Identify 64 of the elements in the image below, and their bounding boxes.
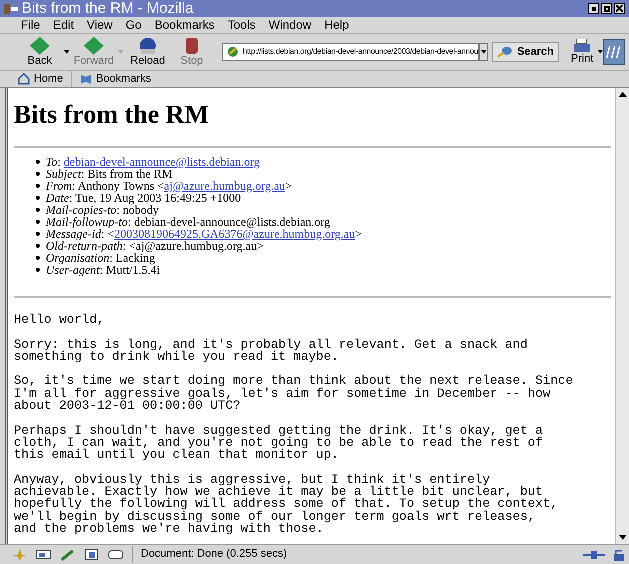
window-title: Bits from the RM - Mozilla — [22, 1, 194, 16]
lock-icon[interactable] — [613, 548, 625, 560]
header-line: From: Anthony Towns <aj@azure.humbug.org.au> — [46, 180, 292, 192]
bullet-icon — [36, 184, 40, 188]
bullet-icon — [36, 244, 40, 248]
header-line: Organisation: Lacking — [46, 252, 156, 264]
header-line: Message-id: <20030819064925.GA6376@azure.humbug.org.au> — [46, 228, 362, 240]
email-link[interactable]: debian-devel-announce@lists.debian.org — [64, 155, 260, 169]
email-body: Hello world, Sorry: this is long, and it's probably all relevant. Get a snack and something to drink while you read it maybe. So, it's time we start doing more than think about the next release. Since I'm all for aggressive goals, let's aim for sometime in December -- how about 2003-12-01 00:00:00 UTC? Perhaps I shouldn't have suggested getting the drink. It's okay, get a cloth, I can wait, and you're not going to be able to read the rest of this email until you clean that monitor up. Anyway, obviously this is aggressive, but I think it's entirely achievable. Exactly how we achieve it may be a little bit unclear, but hopefully the following will address some of that. To setup the context, we'll begin by discussing some of our longer term goals wrt releases, and the problems we're having with those. — [14, 314, 574, 536]
bullet-icon — [36, 220, 40, 224]
bullet-icon — [36, 196, 40, 200]
print-button[interactable]: Print — [571, 39, 594, 65]
header-line: To: debian-devel-announce@lists.debian.org — [46, 156, 260, 168]
search-button[interactable]: Search — [492, 42, 560, 62]
address-book-icon[interactable] — [84, 548, 100, 560]
connection-icon[interactable] — [583, 550, 605, 560]
page-icon — [227, 46, 239, 58]
toolbar-button[interactable]: Reload — [126, 37, 170, 67]
bullet-icon — [36, 208, 40, 212]
chat-icon[interactable] — [108, 548, 124, 560]
bullet-icon — [36, 268, 40, 272]
close-button[interactable] — [614, 3, 625, 14]
pen-icon[interactable] — [60, 548, 76, 560]
reload-icon — [137, 37, 159, 55]
search-icon — [497, 46, 514, 58]
email-link[interactable]: aj@azure.humbug.org.au — [164, 179, 286, 193]
header-line: Mail-followup-to: debian-devel-announce@lists.debian.org — [46, 216, 330, 228]
bookmarks-button[interactable]: Bookmarks — [71, 70, 152, 88]
menu-item[interactable]: Window — [268, 16, 312, 34]
header-line: User-agent: Mutt/1.5.4i — [46, 264, 160, 276]
menu-item[interactable]: Go — [126, 16, 142, 34]
header-line: Subject: Bits from the RM — [46, 168, 173, 180]
bullet-icon — [36, 256, 40, 260]
header-line: Date: Tue, 19 Aug 2003 16:49:25 +1000 — [46, 192, 242, 204]
mail-icon[interactable] — [36, 548, 52, 560]
scrollbar[interactable] — [615, 88, 629, 544]
menu-item[interactable]: Help — [324, 16, 350, 34]
maximize-button[interactable] — [601, 3, 612, 14]
header-line: Old-return-path: <aj@azure.humbug.org.au> — [46, 240, 264, 252]
page-heading: Bits from the RM — [14, 100, 210, 130]
menu-item[interactable]: Tools — [228, 16, 256, 34]
minimize-button[interactable] — [588, 3, 599, 14]
back-arrow-icon — [29, 37, 51, 55]
caret-icon[interactable] — [64, 50, 70, 54]
forward-arrow-icon — [83, 37, 105, 55]
home-icon — [18, 73, 30, 85]
caret-icon[interactable] — [598, 50, 603, 54]
home-button[interactable]: Home — [18, 70, 64, 88]
bullet-icon — [36, 232, 40, 236]
caret-icon — [480, 50, 487, 54]
window-menu-icon[interactable] — [4, 2, 18, 14]
menu-item[interactable]: File — [21, 16, 40, 34]
dropdown-button[interactable] — [478, 43, 488, 61]
header-line: Mail-copies-to: nobody — [46, 204, 159, 216]
menu-item[interactable]: Bookmarks — [154, 16, 215, 34]
bookmark-icon — [80, 73, 92, 85]
status-text: Document: Done (0.255 secs) — [132, 546, 575, 563]
menu-item[interactable]: View — [87, 16, 113, 34]
bullet-icon — [36, 172, 40, 176]
menu-item[interactable]: Edit — [53, 16, 74, 34]
throbber-logo[interactable] — [602, 39, 625, 65]
toolbar-button[interactable]: Back — [18, 37, 62, 67]
bullet-icon — [36, 160, 40, 164]
printer-icon — [573, 39, 592, 53]
